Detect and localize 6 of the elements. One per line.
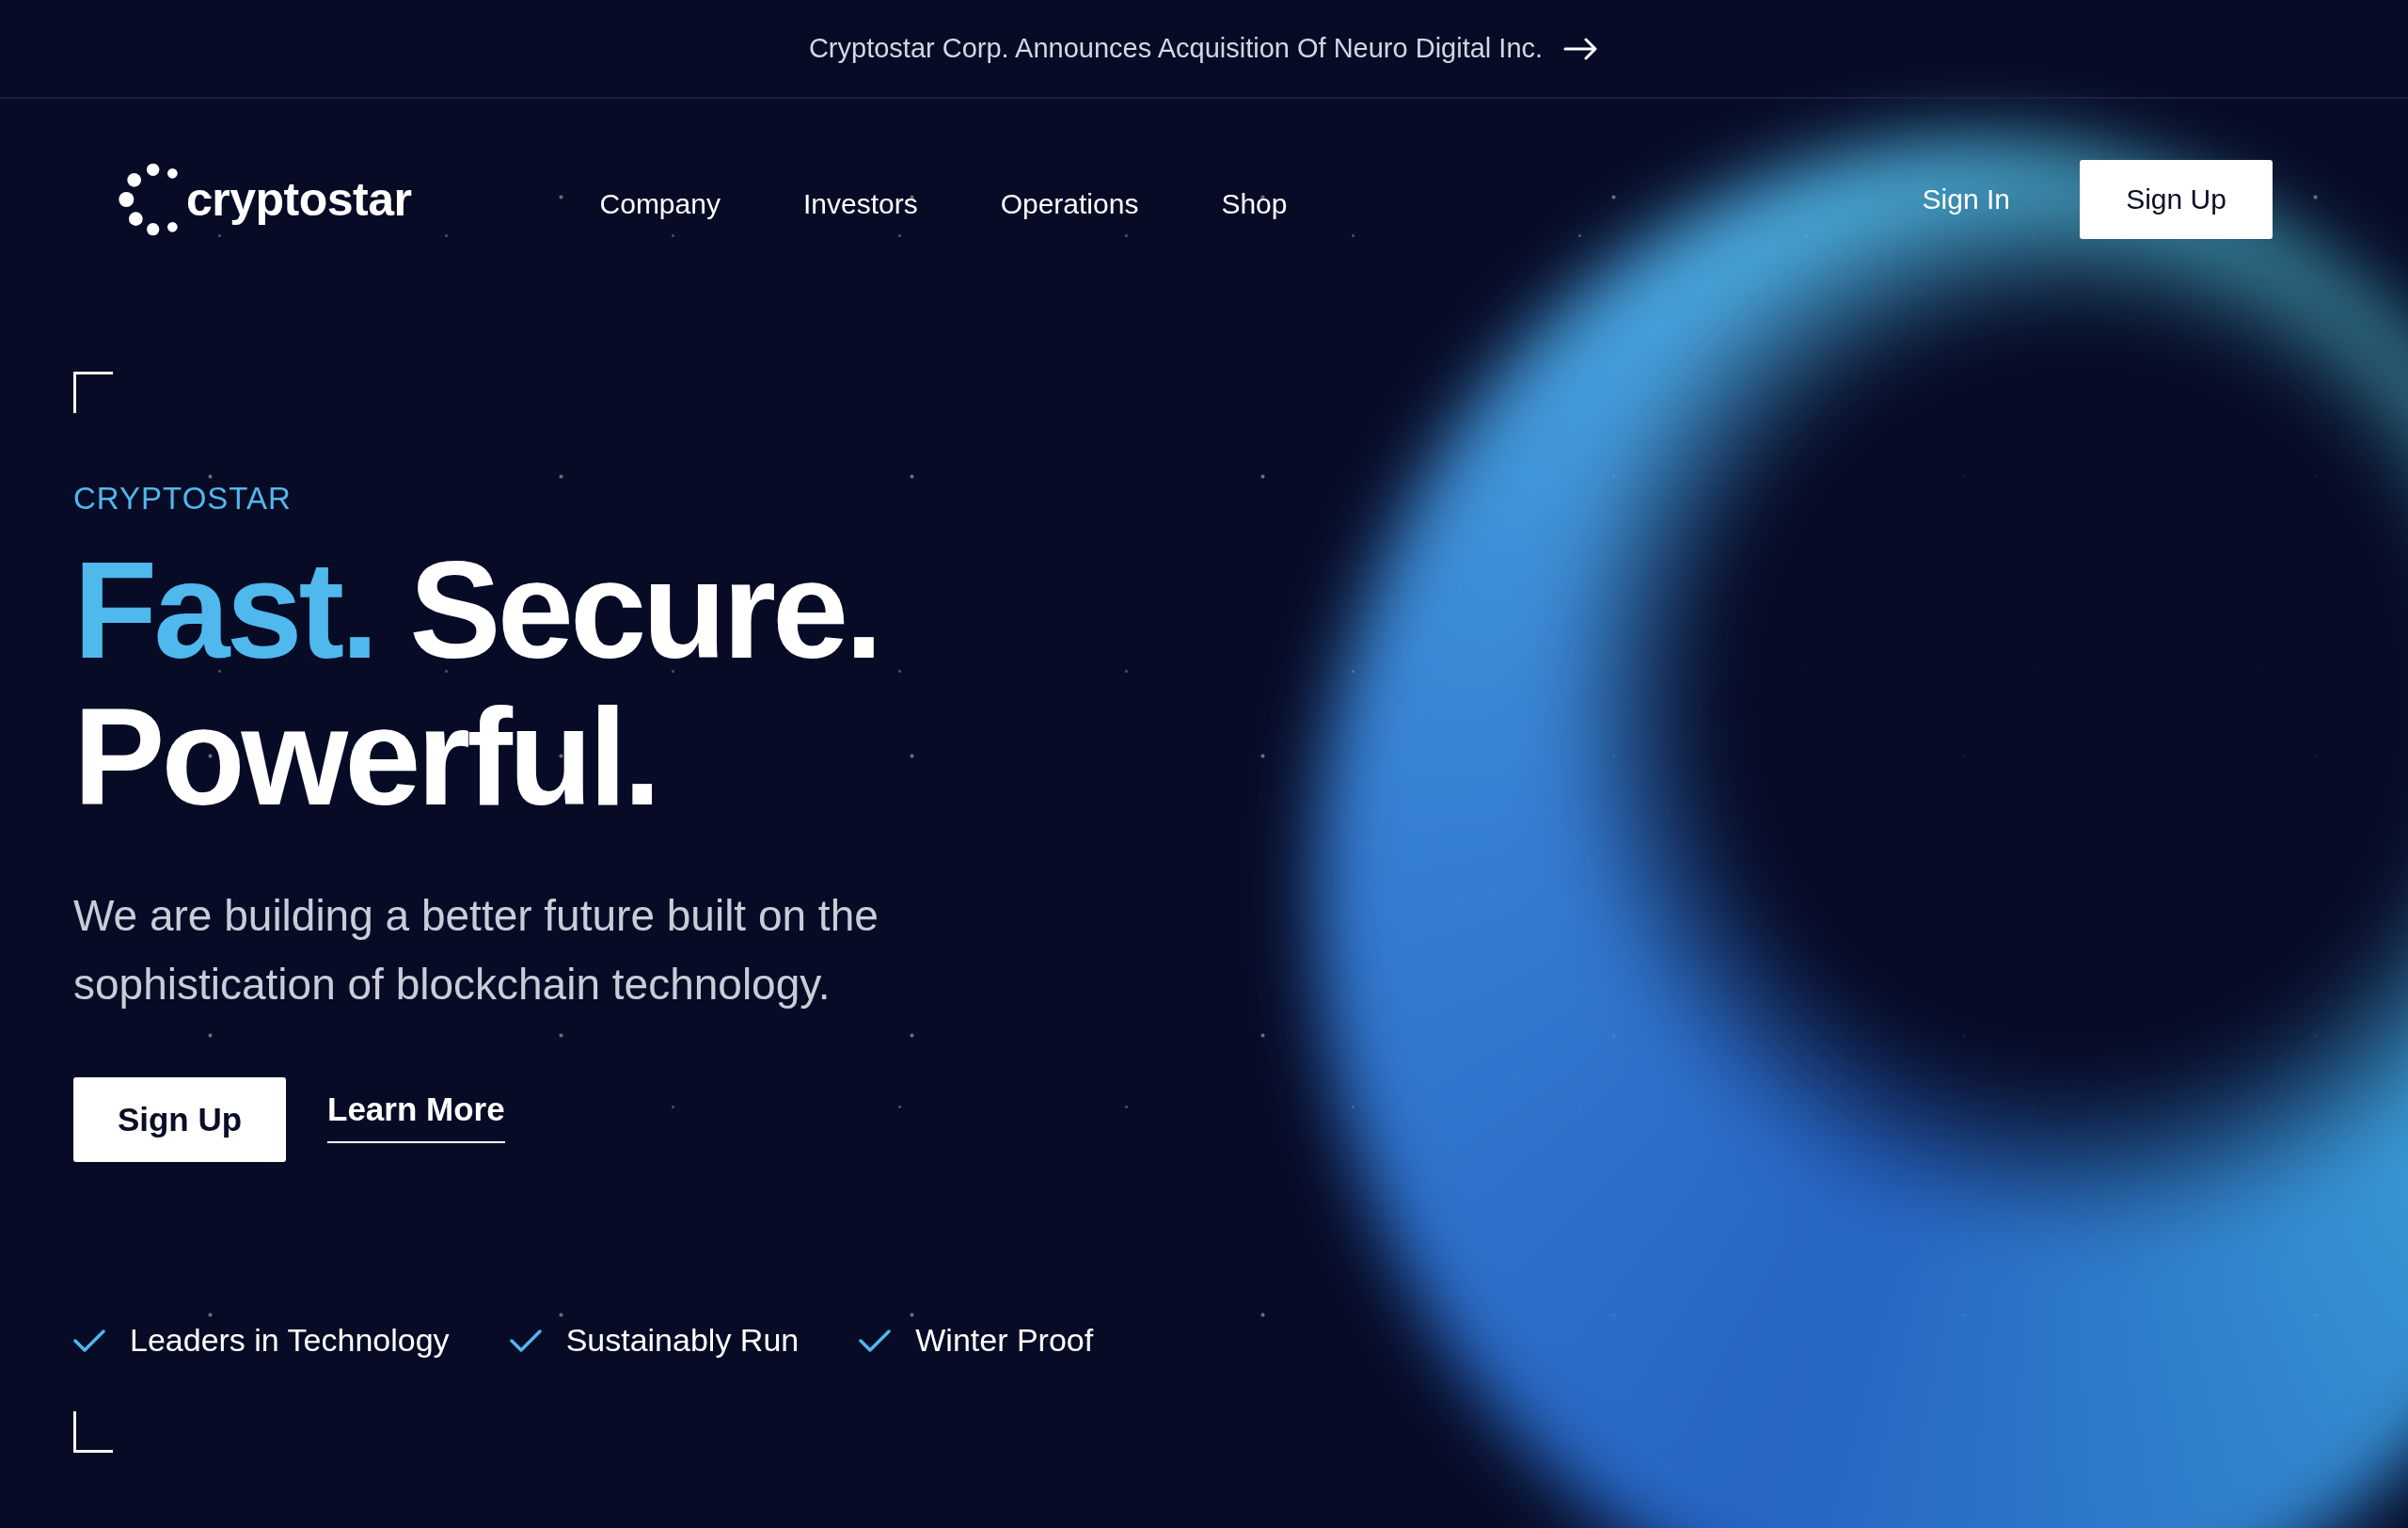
hero-headline: Fast. Secure. Powerful. bbox=[73, 537, 880, 831]
eyebrow-label: CRYPTOSTAR bbox=[73, 481, 293, 517]
feature-label: Leaders in Technology bbox=[130, 1322, 450, 1359]
feature-label: Sustainably Run bbox=[565, 1322, 800, 1359]
feature-label: Winter Proof bbox=[915, 1322, 1094, 1359]
hero-description: We are building a better future built on the sophistication of blockchain technology. bbox=[73, 890, 879, 1011]
